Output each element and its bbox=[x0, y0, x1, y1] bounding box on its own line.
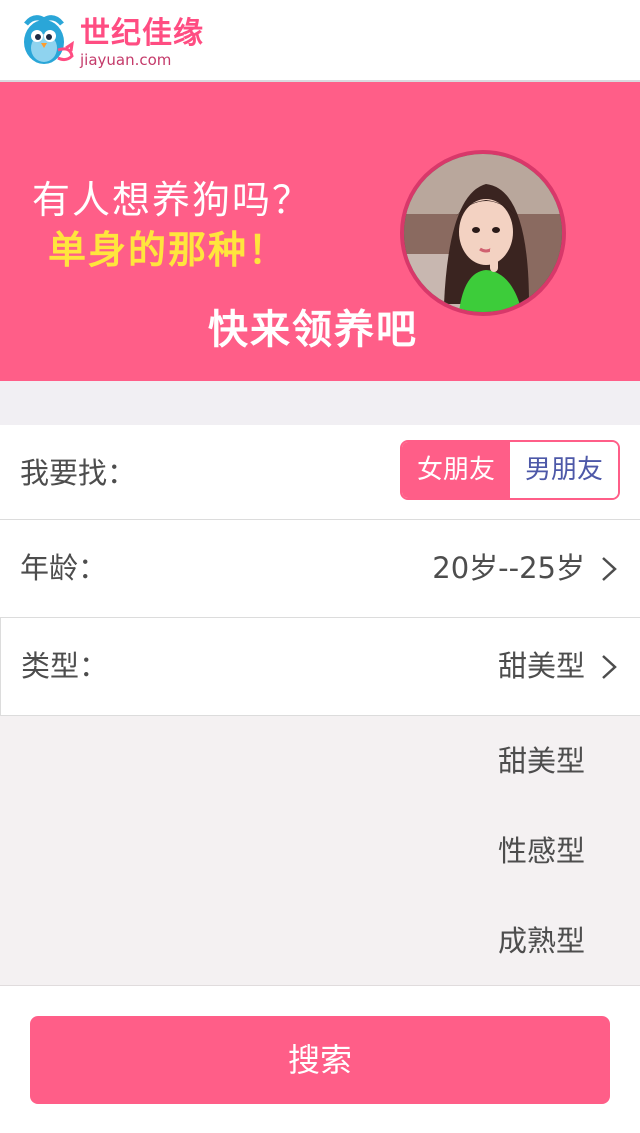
app-header: 世纪佳缘 jiayuan.com bbox=[0, 0, 640, 82]
banner-avatar bbox=[400, 150, 566, 316]
banner-subheadline: 单身的那种！ bbox=[48, 228, 289, 272]
profile-photo bbox=[404, 154, 562, 312]
type-label: 类型： bbox=[21, 649, 109, 683]
search-button[interactable]: 搜索 bbox=[30, 1016, 610, 1104]
girlfriend-option[interactable]: 女朋友 bbox=[402, 442, 510, 498]
boyfriend-option[interactable]: 男朋友 bbox=[510, 442, 618, 498]
age-label: 年龄： bbox=[20, 551, 108, 585]
age-value: 20岁--25岁 bbox=[432, 551, 585, 585]
logo[interactable]: 世纪佳缘 jiayuan.com bbox=[18, 12, 203, 70]
chevron-right-icon bbox=[602, 557, 617, 581]
type-dropdown: 甜美型 性感型 成熟型 bbox=[0, 716, 640, 986]
logo-domain: jiayuan.com bbox=[80, 51, 172, 69]
chevron-right-icon bbox=[602, 655, 617, 679]
logo-title: 世纪佳缘 bbox=[80, 16, 204, 51]
promo-banner[interactable]: 有人想养狗吗？ 单身的那种！ 快来领养吧 bbox=[0, 82, 640, 381]
type-value: 甜美型 bbox=[497, 649, 585, 683]
age-row[interactable]: 年龄： 20岁--25岁 bbox=[0, 520, 640, 618]
banner-headline: 有人想养狗吗？ bbox=[32, 178, 313, 222]
type-option-sexy[interactable]: 性感型 bbox=[385, 806, 585, 896]
looking-for-label: 我要找： bbox=[20, 456, 137, 490]
section-divider bbox=[0, 381, 640, 425]
bird-mascot-icon bbox=[24, 15, 74, 64]
gender-toggle: 女朋友 男朋友 bbox=[400, 440, 620, 500]
type-option-sweet[interactable]: 甜美型 bbox=[385, 716, 585, 806]
banner-call-to-action: 快来领养吧 bbox=[208, 307, 418, 353]
looking-for-row: 我要找： 女朋友 男朋友 bbox=[0, 425, 640, 520]
type-option-mature[interactable]: 成熟型 bbox=[385, 896, 585, 986]
type-row[interactable]: 类型： 甜美型 bbox=[0, 618, 640, 716]
